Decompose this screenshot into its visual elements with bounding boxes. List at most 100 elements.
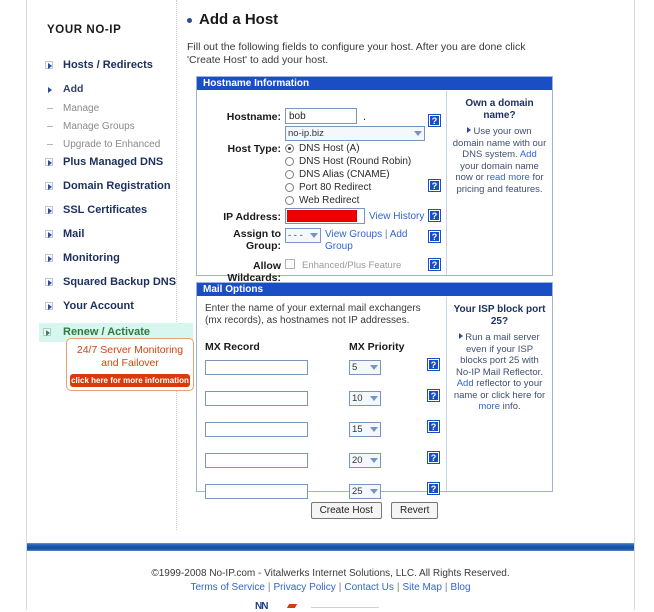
allow-wildcards-note: Enhanced/Plus Feature (302, 260, 402, 271)
help-icon-mx-2[interactable]: ? (428, 390, 439, 401)
host-type-option-label: Web Redirect (299, 195, 360, 206)
sidebar-item-domain-registration[interactable]: Domain Registration (41, 179, 177, 194)
view-history-link[interactable]: View History (369, 211, 424, 222)
chevron-right-icon (45, 278, 53, 286)
dash-icon (47, 144, 53, 145)
sidebar-item-hosts-redirects[interactable]: Hosts / Redirects (41, 58, 177, 73)
domain-select[interactable]: no-ip.biz (285, 126, 425, 141)
more-info-link[interactable]: more (478, 401, 500, 412)
help-icon-mx-1[interactable]: ? (428, 359, 439, 370)
promo-line-1: 24/7 Server Monitoring (76, 344, 184, 356)
swoosh-icon (286, 604, 298, 608)
sidebar-item-label: Add (63, 83, 84, 95)
hostname-input[interactable] (285, 108, 357, 124)
mx-priority-value: 15 (352, 424, 363, 435)
mx-priority-select[interactable]: 25 (349, 484, 381, 499)
triangle-right-icon (467, 127, 472, 133)
sidebar-item-label: Monitoring (63, 252, 120, 264)
ip-address-redaction (287, 210, 357, 222)
mx-record-input[interactable] (205, 422, 308, 437)
mx-record-input[interactable] (205, 453, 308, 468)
mx-priority-select[interactable]: 5 (349, 360, 381, 375)
host-type-option-label: DNS Host (Round Robin) (299, 156, 412, 167)
host-type-option-dns-host-round-robin[interactable]: DNS Host (Round Robin) (285, 155, 435, 168)
chevron-down-icon (370, 489, 378, 494)
isp-title-line-2: 25? (490, 316, 509, 327)
mx-priority-select[interactable]: 10 (349, 391, 381, 406)
footer-link-privacy-policy[interactable]: Privacy Policy (274, 582, 336, 593)
isp-title-line-1: Your ISP block port (453, 304, 546, 315)
footer-link-blog[interactable]: Blog (451, 582, 471, 593)
help-icon-hostname[interactable]: ? (429, 115, 440, 126)
promo-cta-button[interactable]: click here for more information (70, 374, 190, 387)
footer-link-terms-of-service[interactable]: Terms of Service (190, 582, 264, 593)
mx-priority-select[interactable]: 20 (349, 453, 381, 468)
mx-record-input[interactable] (205, 484, 308, 499)
chevron-down-icon (370, 427, 378, 432)
help-icon-mx-5[interactable]: ? (428, 483, 439, 494)
isp-text-1: Run a mail server even if your ISP block… (456, 332, 543, 378)
sidebar-item-squared-backup-dns[interactable]: Squared Backup DNS (41, 275, 177, 290)
footer-link-separator: | (267, 582, 271, 593)
sidebar-item-monitoring[interactable]: Monitoring (41, 251, 177, 266)
view-groups-link[interactable]: View Groups (325, 229, 382, 240)
mail-description: Enter the name of your external mail exc… (205, 303, 421, 326)
read-more-link[interactable]: read more (487, 172, 530, 183)
allow-wildcards-checkbox[interactable] (285, 259, 295, 269)
add-domain-link[interactable]: Add (520, 149, 537, 160)
mx-priority-select[interactable]: 15 (349, 422, 381, 437)
footer-link-contact-us[interactable]: Contact Us (344, 582, 393, 593)
chevron-right-icon (45, 302, 53, 310)
assign-label-line-1: Assign to (233, 228, 281, 240)
page-title: Add a Host (186, 11, 278, 28)
chevron-right-icon (43, 328, 51, 336)
sidebar-item-your-account[interactable]: Your Account (41, 299, 177, 314)
promo-banner[interactable]: 24/7 Server Monitoring and Failover clic… (66, 338, 194, 391)
footer-links: Terms of Service | Privacy Policy | Contact … (27, 581, 634, 595)
chevron-down-icon (414, 131, 422, 136)
triangle-right-icon (459, 333, 464, 339)
sidebar-item-plus-managed-dns[interactable]: Plus Managed DNS (41, 155, 177, 170)
own-domain-aside-title: Own a domain name? (465, 98, 534, 121)
hostname-panel-header: Hostname Information (197, 77, 552, 91)
create-host-button[interactable]: Create Host (310, 502, 382, 519)
footer-link-site-map[interactable]: Site Map (402, 582, 441, 593)
sidebar-item-manage[interactable]: Manage (41, 101, 177, 116)
sidebar-item-label: Renew / Activate (63, 326, 151, 338)
chevron-down-icon (310, 233, 318, 238)
mx-record-input[interactable] (205, 360, 308, 375)
host-type-option-web-redirect[interactable]: Web Redirect (285, 194, 435, 207)
hostname-dot: . (363, 111, 367, 123)
sidebar-item-mail[interactable]: Mail (41, 227, 177, 242)
help-icon-allow-wildcards[interactable]: ? (429, 259, 440, 270)
sidebar-item-manage-groups[interactable]: Manage Groups (41, 119, 177, 134)
hostname-form: Hostname: . no-ip.biz ? Host Type: DNS H… (197, 91, 447, 284)
group-select[interactable]: - - - (285, 228, 321, 243)
host-type-option-dns-host-a[interactable]: DNS Host (A) (285, 142, 435, 155)
revert-button[interactable]: Revert (390, 502, 439, 519)
help-icon-assign-group[interactable]: ? (429, 231, 440, 242)
sidebar-item-add[interactable]: Add (41, 82, 177, 97)
host-type-option-port-80-redirect[interactable]: Port 80 Redirect (285, 181, 435, 194)
help-icon-ip-address[interactable]: ? (429, 210, 440, 221)
host-type-option-dns-alias-cname[interactable]: DNS Alias (CNAME) (285, 168, 435, 181)
add-reflector-link[interactable]: Add (457, 378, 474, 389)
mail-panel-header: Mail Options (197, 283, 552, 297)
radio-icon (285, 183, 294, 192)
sidebar-item-ssl-certificates[interactable]: SSL Certificates (41, 203, 177, 218)
mail-panel-body: Enter the name of your external mail exc… (197, 297, 552, 499)
sidebar-item-label: Mail (63, 228, 85, 240)
chevron-down-icon (370, 396, 378, 401)
sidebar-item-upgrade-to-enhanced[interactable]: Upgrade to Enhanced (41, 137, 177, 152)
help-icon-mx-4[interactable]: ? (428, 452, 439, 463)
help-icon-mx-3[interactable]: ? (428, 421, 439, 432)
sidebar-item-label: SSL Certificates (63, 204, 148, 216)
mx-record-input[interactable] (205, 391, 308, 406)
host-type-label: Host Type: (227, 143, 281, 155)
chevron-right-icon (45, 254, 53, 262)
mail-options-panel: Mail Options Enter the name of your exte… (196, 282, 553, 499)
group-links: View Groups | Add Group (325, 229, 429, 253)
help-icon-host-type[interactable]: ? (429, 180, 440, 191)
chevron-right-icon (45, 61, 53, 69)
sidebar: YOUR NO-IP Hosts / Redirects Add Manage … (27, 0, 194, 530)
